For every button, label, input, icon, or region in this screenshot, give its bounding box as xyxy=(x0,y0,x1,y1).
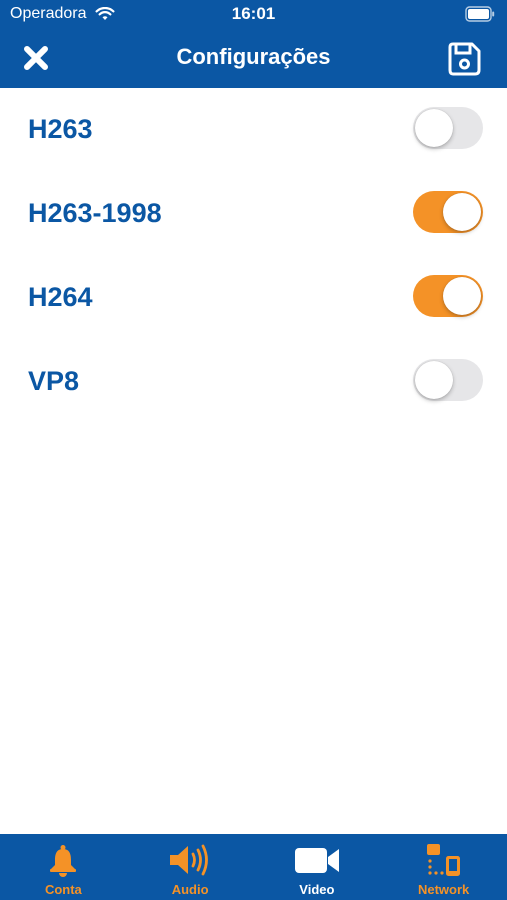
codec-list: H263 H263-1998 H264 VP8 xyxy=(0,88,507,424)
codec-row-h263-1998: H263-1998 xyxy=(0,172,507,256)
toggle-vp8[interactable] xyxy=(413,359,483,401)
toggle-knob xyxy=(415,361,453,399)
tab-network[interactable]: Network xyxy=(380,834,507,900)
toggle-h263-1998[interactable] xyxy=(413,191,483,233)
tab-video[interactable]: Video xyxy=(254,834,381,900)
status-bar: Operadora 16:01 xyxy=(0,0,507,30)
codec-label: H263-1998 xyxy=(28,198,162,228)
speaker-icon xyxy=(170,844,209,876)
battery-icon xyxy=(465,6,495,22)
tab-label: Video xyxy=(299,882,335,897)
codec-label: H264 xyxy=(28,282,93,312)
toggle-knob xyxy=(415,109,453,147)
toggle-h263[interactable] xyxy=(413,107,483,149)
toggle-h264[interactable] xyxy=(413,275,483,317)
codec-label: H263 xyxy=(28,114,93,144)
status-time: 16:01 xyxy=(231,4,276,23)
tab-label: Network xyxy=(417,882,470,897)
floppy-disk-icon xyxy=(448,42,481,76)
video-camera-icon xyxy=(294,848,339,873)
page-title: Configurações xyxy=(176,44,331,69)
bell-icon xyxy=(50,845,77,877)
tab-label: Audio xyxy=(171,882,209,897)
toggle-knob xyxy=(443,193,481,231)
top-bar: Operadora 16:01 Configurações xyxy=(0,0,507,88)
nav-bar: Configurações xyxy=(0,30,507,88)
codec-row-vp8: VP8 xyxy=(0,340,507,424)
tab-conta[interactable]: Conta xyxy=(0,834,127,900)
save-button[interactable] xyxy=(443,38,485,80)
codec-label: VP8 xyxy=(28,366,80,396)
tab-bar: Conta Audio Video Network xyxy=(0,834,507,900)
codec-row-h263: H263 xyxy=(0,88,507,172)
network-icon xyxy=(426,844,460,876)
tab-audio[interactable]: Audio xyxy=(127,834,254,900)
codec-row-h264: H264 xyxy=(0,256,507,340)
tab-label: Conta xyxy=(44,882,82,897)
toggle-knob xyxy=(443,277,481,315)
screen: Operadora 16:01 Configurações H263 H263-… xyxy=(0,0,507,900)
